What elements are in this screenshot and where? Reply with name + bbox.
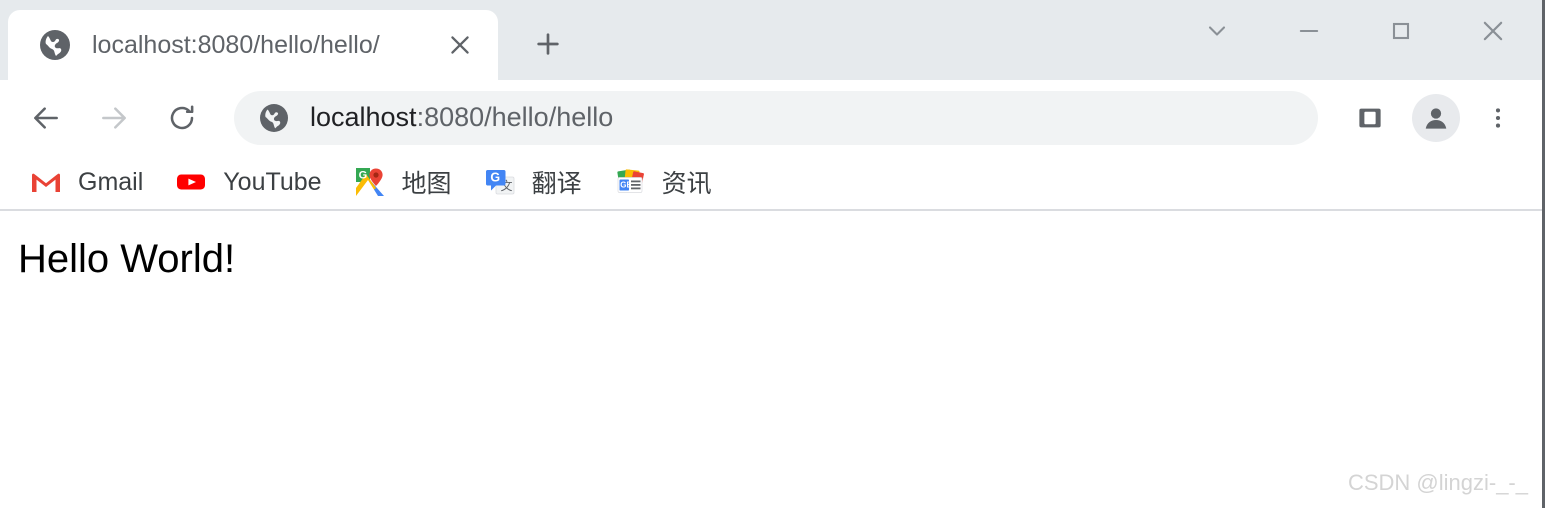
globe-icon — [38, 28, 72, 62]
tab-close-icon[interactable] — [436, 21, 484, 69]
bookmark-label: 地图 — [401, 170, 452, 198]
reload-button[interactable] — [154, 90, 210, 146]
browser-tab[interactable]: localhost:8080/hello/hello/ — [8, 10, 498, 80]
svg-text:GE: GE — [620, 181, 632, 190]
tab-strip: localhost:8080/hello/hello/ — [0, 0, 1542, 80]
svg-text:G: G — [490, 171, 500, 185]
browser-toolbar: localhost:8080/hello/hello — [0, 80, 1542, 155]
google-maps-icon: G — [354, 166, 386, 198]
svg-text:G: G — [358, 169, 367, 181]
bookmark-news[interactable]: GE 资讯 — [600, 160, 726, 204]
gmail-icon — [30, 166, 62, 198]
bookmark-label: 翻译 — [531, 170, 582, 198]
address-bar[interactable]: localhost:8080/hello/hello — [234, 90, 1318, 145]
back-button[interactable] — [18, 90, 74, 146]
maximize-button[interactable] — [1355, 0, 1447, 62]
toolbar-right-actions — [1332, 90, 1526, 146]
side-panel-button[interactable] — [1342, 90, 1398, 146]
window-controls — [1171, 0, 1539, 62]
watermark: CSDN @lingzi-_-_ — [1347, 470, 1528, 495]
bookmarks-bar: Gmail YouTube G 地图 文 G 翻译 GE 资讯 — [0, 155, 1542, 211]
google-news-icon: GE — [614, 166, 646, 198]
bookmark-label: YouTube — [223, 167, 322, 196]
url-path: :8080/hello/hello — [416, 102, 614, 132]
youtube-icon — [175, 166, 207, 198]
bookmark-translate[interactable]: 文 G 翻译 — [470, 160, 596, 204]
bookmark-maps[interactable]: G 地图 — [340, 160, 466, 204]
address-bar-text: localhost:8080/hello/hello — [310, 102, 613, 133]
page-heading: Hello World! — [18, 237, 236, 281]
chrome-menu-button[interactable] — [1470, 90, 1526, 146]
minimize-button[interactable] — [1263, 0, 1355, 62]
bookmark-label: 资讯 — [661, 170, 712, 198]
tab-search-button[interactable] — [1171, 0, 1263, 62]
bookmark-label: Gmail — [78, 167, 144, 196]
profile-avatar[interactable] — [1412, 93, 1460, 142]
forward-button[interactable] — [86, 90, 142, 146]
tab-title: localhost:8080/hello/hello/ — [92, 30, 380, 59]
google-translate-icon: 文 G — [484, 166, 516, 198]
page-viewport: Hello World! CSDN @lingzi-_-_ — [0, 211, 1542, 506]
bookmark-gmail[interactable]: Gmail — [16, 160, 157, 204]
bookmark-youtube[interactable]: YouTube — [161, 160, 335, 204]
globe-icon — [258, 102, 290, 134]
new-tab-button[interactable] — [520, 16, 576, 72]
close-window-button[interactable] — [1447, 0, 1539, 62]
url-host: localhost — [310, 102, 417, 132]
browser-window: localhost:8080/hello/hello/ localhost:80… — [0, 0, 1545, 508]
